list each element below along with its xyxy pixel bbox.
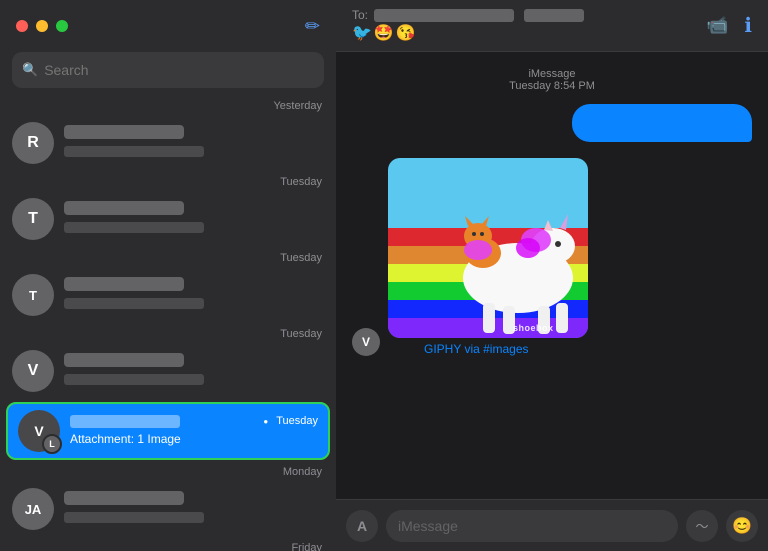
apps-button[interactable]: A [346, 510, 378, 542]
emoji-star-eyes: 🤩 [374, 23, 394, 43]
list-item[interactable]: JA [0, 480, 336, 538]
list-item[interactable]: R [0, 114, 336, 172]
chat-header: To: 🐦 🤩 😘 📹 ℹ [336, 0, 768, 52]
conv-preview-attachment: Attachment: 1 Image [70, 432, 181, 446]
date-label: Tuesday [0, 172, 336, 190]
titlebar: ✏ [0, 0, 336, 52]
contact-name-blurred [374, 9, 514, 22]
video-call-icon[interactable]: 📹 [706, 15, 728, 36]
avatar: V L [18, 410, 60, 452]
close-button[interactable] [16, 20, 28, 32]
emoji-icon: 😊 [732, 516, 752, 536]
date-label: Monday [0, 462, 336, 480]
avatar: R [12, 122, 54, 164]
giphy-caption: GIPHY via #images [424, 342, 588, 356]
message-bubble [572, 104, 752, 142]
conv-name [64, 491, 184, 505]
sidebar: ✏ 🔍 Yesterday R Tuesday T Tuesday [0, 0, 336, 551]
date-label: Tuesday [276, 415, 318, 427]
to-label: To: [352, 8, 368, 22]
outgoing-message [352, 104, 752, 142]
conv-content [64, 353, 324, 389]
audio-wave-icon: 〜 [695, 516, 708, 535]
conv-content [64, 201, 324, 237]
avatar: T [12, 198, 54, 240]
svg-text:shoebox: shoebox [513, 323, 554, 333]
emoji-row: 🐦 🤩 😘 [352, 23, 416, 43]
conv-preview [64, 146, 204, 157]
conv-name [64, 201, 184, 215]
sender-avatar: V [352, 328, 380, 356]
message-input[interactable] [386, 510, 678, 542]
chat-area: To: 🐦 🤩 😘 📹 ℹ iMessage Tuesday 8:54 PM [336, 0, 768, 551]
search-icon: 🔍 [22, 62, 38, 78]
avatar: V [12, 350, 54, 392]
conv-content [64, 491, 324, 527]
header-icons: 📹 ℹ [706, 13, 752, 38]
audio-button[interactable]: 〜 [686, 510, 718, 542]
message-meta: iMessage Tuesday 8:54 PM [352, 68, 752, 92]
conv-preview [64, 512, 204, 523]
list-item[interactable]: T [0, 190, 336, 248]
emoji-kiss: 😘 [396, 23, 416, 43]
conv-content [64, 125, 324, 161]
incoming-message: V [352, 158, 752, 356]
fullscreen-button[interactable] [56, 20, 68, 32]
emoji-bird: 🐦 [352, 23, 372, 43]
date-label: Yesterday [0, 96, 336, 114]
minimize-button[interactable] [36, 20, 48, 32]
info-icon[interactable]: ℹ [744, 13, 752, 38]
conversation-list: Yesterday R Tuesday T Tuesday T [0, 96, 336, 551]
conv-name [64, 353, 184, 367]
apps-icon: A [357, 518, 367, 534]
list-item[interactable]: V [0, 342, 336, 400]
giphy-image: shoebox [388, 158, 588, 338]
messages-area: iMessage Tuesday 8:54 PM V [336, 52, 768, 499]
conv-preview [64, 374, 204, 385]
search-bar[interactable]: 🔍 [12, 52, 324, 88]
list-item[interactable]: T [0, 266, 336, 324]
conv-name [64, 125, 184, 139]
unread-dot: ● [263, 417, 268, 426]
date-label: Tuesday [0, 248, 336, 266]
list-item-selected[interactable]: V L ● Tuesday Attachment: 1 Image [6, 402, 330, 460]
contact-info: To: 🐦 🤩 😘 [352, 8, 698, 43]
contact-name-blurred-2 [524, 9, 584, 22]
conv-preview [64, 298, 204, 309]
avatar: T [12, 274, 54, 316]
date-label: Tuesday [0, 324, 336, 342]
emoji-button[interactable]: 😊 [726, 510, 758, 542]
conv-content: ● Tuesday Attachment: 1 Image [70, 415, 318, 448]
search-input[interactable] [44, 62, 314, 78]
conv-content [64, 277, 324, 313]
date-label: Friday [0, 538, 336, 551]
traffic-lights [16, 20, 68, 32]
conv-preview [64, 222, 204, 233]
avatar: JA [12, 488, 54, 530]
compose-icon[interactable]: ✏ [305, 16, 320, 37]
chat-input-bar: A 〜 😊 [336, 499, 768, 551]
conv-name [64, 277, 184, 291]
avatar-sub: L [42, 434, 62, 454]
